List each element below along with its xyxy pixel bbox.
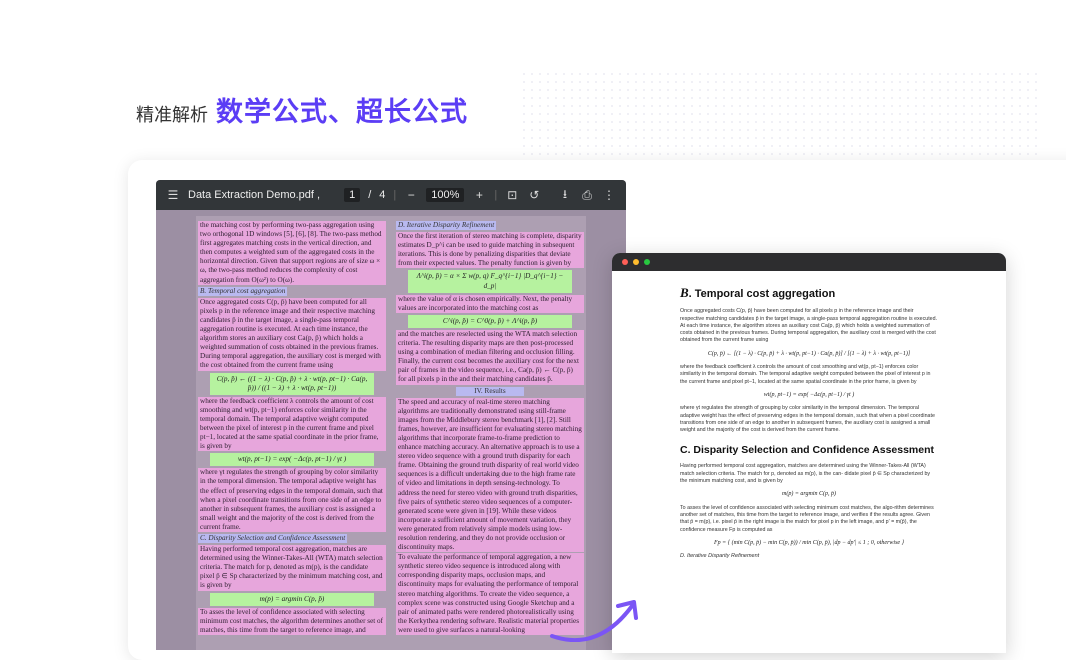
window-titlebar <box>612 253 1006 271</box>
result-paragraph: Once aggregated costs C(p, p̄) have been… <box>680 308 938 344</box>
rotate-icon[interactable]: ↺ <box>527 188 541 202</box>
formula-block: wt(p, pt−1) = exp( −Δc(p, pt−1) / γt ) <box>210 453 374 467</box>
pdf-filename: Data Extraction Demo.pdf , <box>188 189 321 201</box>
result-formula: C(p, p̄) ← [(1 − λ) · C(p, p̄) + λ · wt(… <box>707 350 911 357</box>
result-paragraph: To asses the level of confidence associa… <box>680 504 934 533</box>
print-icon[interactable]: ⎙ <box>580 188 594 203</box>
text-block: where the value of α is chosen empirical… <box>396 294 584 313</box>
text-block: and the matches are reselected using the… <box>396 329 584 385</box>
parsed-content: B. Temporal cost aggregation Once aggreg… <box>612 271 1006 560</box>
pdf-right-column: D. Iterative Disparity Refinement Once t… <box>396 220 584 636</box>
section-heading: D. Iterative Disparity Refinement <box>396 221 497 231</box>
section-heading: C. Disparity Selection and Confidence As… <box>198 534 348 544</box>
result-paragraph: where the feedback coefficient λ control… <box>680 364 931 385</box>
formula-block: C^i(p, p̄) = C^0(p, p̄) + Λ^i(p, p̄) <box>408 314 572 328</box>
close-dot-icon[interactable] <box>622 259 628 265</box>
result-formula: Fp = { (min C(p, p̄) − min C(p, p̄)) / m… <box>713 539 904 546</box>
section-heading: B. Temporal cost aggregation <box>198 286 288 296</box>
text-block: Once aggregated costs C(p, p̄) have been… <box>198 297 386 371</box>
text-block: where the feedback coefficient λ control… <box>198 396 386 452</box>
text-block: To asses the level of confidence associa… <box>198 607 386 635</box>
text-block: where γt regulates the strength of group… <box>198 468 386 532</box>
section-heading: IV. Results <box>456 386 524 396</box>
formula-block: m(p) = argmin C(p, p̄) <box>210 592 374 606</box>
page-total: 4 <box>379 189 386 201</box>
zoom-level[interactable]: 100% <box>426 188 465 202</box>
zoom-out-icon[interactable]: − <box>404 188 418 202</box>
text-block: Once the first iteration of stereo match… <box>396 232 584 269</box>
result-paragraph: where γt regulates the strength of group… <box>680 405 935 434</box>
pdf-toolbar: ☰ Data Extraction Demo.pdf , 1 / 4 | − 1… <box>156 180 626 210</box>
formula-block: Λ^i(p, p̄) = α × Σ w(p, q) F_q^{i−1} |D_… <box>408 270 572 293</box>
more-icon[interactable]: ⋮ <box>602 188 616 202</box>
result-heading-d: D. Iterative Disparity Refinement <box>680 553 760 560</box>
result-formula: m(p) = argmin C(p, p̄) <box>782 491 836 498</box>
pdf-left-column: the matching cost by performing two-pass… <box>198 220 386 636</box>
maximize-dot-icon[interactable] <box>644 259 650 265</box>
parsed-result-window: B. Temporal cost aggregation Once aggreg… <box>612 253 1006 653</box>
text-block: the matching cost by performing two-pass… <box>198 221 386 285</box>
formula-block: C(p, p̄) ← ((1 − λ) · C(p, p̄) + λ · wt(… <box>210 372 374 395</box>
result-heading-c: C. Disparity Selection and Confidence As… <box>680 444 935 457</box>
headline: 精准解析 数学公式、超长公式 <box>136 90 468 129</box>
pdf-page: the matching cost by performing two-pass… <box>196 216 586 650</box>
pdf-viewer: ☰ Data Extraction Demo.pdf , 1 / 4 | − 1… <box>156 180 626 650</box>
transform-arrow-icon <box>550 600 638 642</box>
headline-prefix: 精准解析 <box>136 105 208 125</box>
result-paragraph: Having performed temporal cost aggregati… <box>680 463 931 485</box>
page-separator: / <box>368 189 372 201</box>
zoom-in-icon[interactable]: + <box>472 188 486 202</box>
headline-title: 数学公式、超长公式 <box>216 97 468 127</box>
text-block: The speed and accuracy of real-time ster… <box>396 397 584 553</box>
fit-page-icon[interactable]: ⊡ <box>505 188 519 202</box>
result-heading-b: B. Temporal cost aggregation <box>680 285 836 300</box>
result-formula: wt(p, pt−1) = exp( −Δc(p, pt−1) / γt ) <box>763 391 855 398</box>
minimize-dot-icon[interactable] <box>633 259 639 265</box>
menu-icon[interactable]: ☰ <box>166 188 180 202</box>
download-icon[interactable]: ⭳ <box>558 185 572 206</box>
page-number-input[interactable]: 1 <box>344 188 361 202</box>
text-block: Having performed temporal cost aggregati… <box>198 545 386 591</box>
